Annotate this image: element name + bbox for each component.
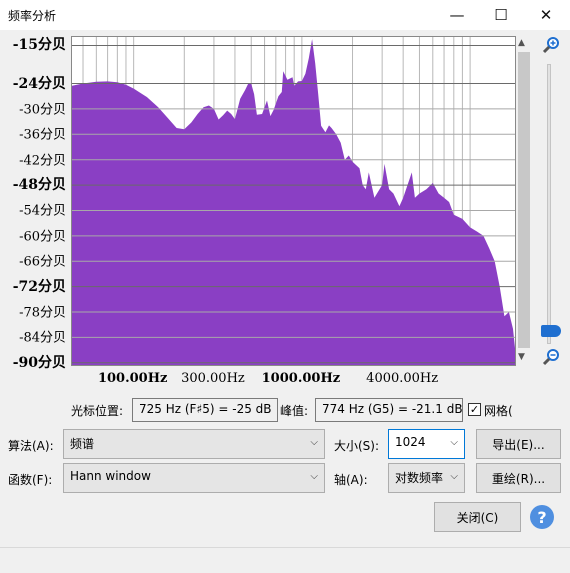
y-tick-label: -90分贝 (12, 354, 66, 371)
minimize-button[interactable]: — (435, 0, 479, 30)
scroll-down-icon[interactable]: ▼ (518, 352, 525, 362)
zoom-in-icon (542, 37, 559, 54)
size-select[interactable]: 1024 ⌵ (388, 429, 465, 459)
function-value: Hann window (70, 469, 151, 483)
y-tick-label: -60分贝 (19, 229, 66, 245)
spectrum-area (72, 39, 515, 365)
y-tick-label: -36分贝 (19, 127, 66, 143)
scrollbar-thumb[interactable] (518, 52, 530, 348)
chevron-down-icon: ⌵ (310, 471, 318, 482)
maximize-icon: ☐ (494, 6, 508, 24)
cursor-value-field[interactable]: 725 Hz (F♯5) = -25 dB (132, 398, 278, 422)
function-label: 函数(F): (8, 473, 53, 487)
grid-label: 网格( (484, 404, 513, 418)
scroll-up-icon[interactable]: ▲ (518, 38, 525, 48)
y-tick-label: -42分贝 (19, 153, 66, 169)
window-title: 频率分析 (8, 9, 57, 23)
chevron-down-icon: ⌵ (450, 437, 458, 448)
axis-label: 轴(A): (334, 473, 368, 487)
zoom-out-button[interactable] (540, 346, 562, 368)
close-icon: ✕ (539, 6, 553, 24)
algorithm-value: 频谱 (70, 437, 95, 451)
y-tick-label: -54分贝 (19, 203, 66, 219)
chevron-down-icon: ⌵ (310, 437, 318, 448)
y-axis: -15分贝 -24分贝 -30分贝 -36分贝 -42分贝 -48分贝 -54分贝 -60分贝… (0, 36, 68, 370)
title-bar: 频率分析 — ☐ ✕ (0, 0, 570, 30)
peak-label: 峰值: (280, 404, 309, 418)
algorithm-label: 算法(A): (8, 439, 54, 453)
x-tick-label: 1000.00Hz (261, 371, 341, 386)
size-value: 1024 (395, 435, 426, 449)
minimize-icon: — (449, 6, 465, 24)
zoom-in-button[interactable] (540, 34, 562, 56)
x-axis: 100.00Hz 300.00Hz 1000.00Hz 4000.00Hz (71, 366, 516, 394)
checkmark-icon: ✓ (469, 403, 480, 416)
y-tick-label: -30分贝 (19, 102, 66, 118)
y-tick-label: -48分贝 (12, 177, 66, 194)
function-select[interactable]: Hann window ⌵ (63, 463, 325, 493)
vertical-scrollbar[interactable]: ▲ ▼ (516, 36, 532, 366)
y-tick-label: -84分贝 (19, 330, 66, 346)
peak-value-field[interactable]: 774 Hz (G5) = -21.1 dB (315, 398, 463, 422)
status-bar (0, 547, 570, 573)
axis-select[interactable]: 对数频率 ⌵ (388, 463, 465, 493)
spectrum-svg (72, 37, 515, 365)
y-tick-label: -78分贝 (19, 305, 66, 321)
grid-checkbox[interactable]: ✓ (468, 403, 481, 416)
cursor-label: 光标位置: (71, 404, 124, 418)
maximize-button[interactable]: ☐ (479, 0, 523, 30)
zoom-out-icon (542, 349, 559, 366)
y-tick-label: -66分贝 (19, 254, 66, 270)
help-button[interactable]: ? (530, 505, 554, 529)
close-window-button[interactable]: ✕ (524, 0, 568, 30)
axis-value: 对数频率 (395, 471, 444, 485)
close-button[interactable]: 关闭(C) (434, 502, 521, 532)
replot-button[interactable]: 重绘(R)... (476, 463, 561, 493)
y-tick-label: -72分贝 (12, 278, 66, 295)
y-tick-label: -24分贝 (12, 75, 66, 92)
export-button[interactable]: 导出(E)... (476, 429, 561, 459)
chevron-down-icon: ⌵ (450, 471, 458, 482)
spectrum-plot[interactable] (71, 36, 516, 366)
y-tick-label: -15分贝 (12, 37, 66, 54)
x-tick-label: 100.00Hz (97, 371, 168, 386)
zoom-slider-thumb[interactable] (541, 325, 561, 337)
x-tick-label: 4000.00Hz (366, 371, 439, 386)
x-tick-label: 300.00Hz (181, 371, 245, 386)
size-label: 大小(S): (334, 439, 380, 453)
zoom-slider-track[interactable] (547, 64, 551, 344)
algorithm-select[interactable]: 频谱 ⌵ (63, 429, 325, 459)
